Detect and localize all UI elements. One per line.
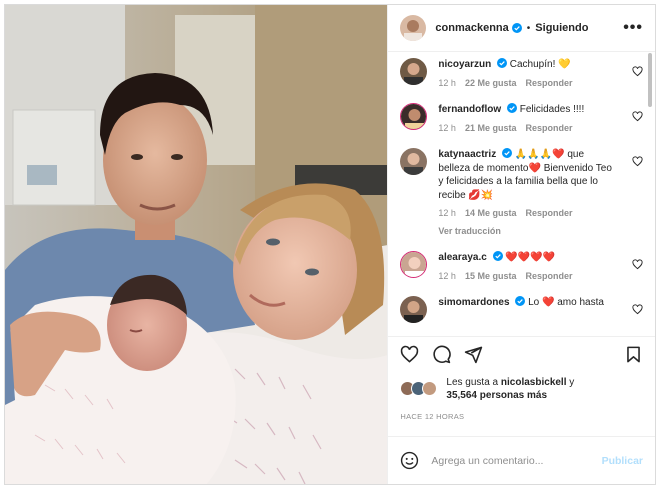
likes-summary[interactable]: Les gusta a nicolasbickell y 35,564 pers… xyxy=(388,372,655,402)
reply-button[interactable]: Responder xyxy=(525,77,572,91)
comment-likes[interactable]: 14 Me gusta xyxy=(465,207,517,221)
likes-count[interactable]: 35,564 personas más xyxy=(446,390,547,401)
likes-text: Les gusta a nicolasbickell y 35,564 pers… xyxy=(446,376,574,402)
verified-icon xyxy=(492,251,503,261)
verified-icon xyxy=(502,148,512,158)
comment-username[interactable]: simomardones xyxy=(438,297,509,308)
post-sidebar: conmackenna • Siguiendo ••• nicoyarzun C… xyxy=(387,5,655,484)
share-icon[interactable] xyxy=(464,345,483,364)
liker-username[interactable]: nicolasbickell xyxy=(501,377,567,388)
comment-text: ❤️❤️❤️❤️ xyxy=(505,252,556,263)
comment-input[interactable] xyxy=(431,454,602,467)
author-avatar[interactable] xyxy=(400,15,427,41)
comment-time[interactable]: 12 h xyxy=(438,270,456,284)
comment-time[interactable]: 12 h xyxy=(438,207,456,221)
verified-icon xyxy=(506,103,517,113)
heart-icon[interactable] xyxy=(632,259,643,270)
heart-icon[interactable] xyxy=(632,66,643,77)
comment-item: alearaya.c ❤️❤️❤️❤️ 12 h 15 Me gusta Res… xyxy=(400,251,643,283)
reply-button[interactable]: Responder xyxy=(525,122,572,136)
publish-button[interactable]: Publicar xyxy=(602,455,643,467)
commenter-avatar[interactable] xyxy=(400,148,428,175)
heart-icon[interactable] xyxy=(632,304,643,315)
author-username[interactable]: conmackenna xyxy=(435,22,508,34)
comment-text: Lo ❤️ amo hasta xyxy=(528,297,604,308)
commenter-avatar[interactable] xyxy=(400,58,428,85)
post-image xyxy=(5,5,388,484)
reply-button[interactable]: Responder xyxy=(525,207,572,221)
post-header: conmackenna • Siguiendo ••• xyxy=(388,5,655,52)
comments-scrollbar[interactable] xyxy=(648,53,652,107)
comment-likes[interactable]: 15 Me gusta xyxy=(465,270,517,284)
comment-username[interactable]: katynaactriz xyxy=(438,149,496,160)
verified-icon xyxy=(496,58,507,68)
comment-text: Cachupín! 💛 xyxy=(509,59,571,70)
verified-icon xyxy=(515,296,526,306)
heart-icon[interactable] xyxy=(632,111,643,122)
bookmark-icon[interactable] xyxy=(624,345,643,364)
comments-list[interactable]: nicoyarzun Cachupín! 💛 12 h 22 Me gusta … xyxy=(388,52,655,336)
comment-time[interactable]: 12 h xyxy=(438,122,456,136)
comment-username[interactable]: nicoyarzun xyxy=(438,59,491,70)
commenter-avatar[interactable] xyxy=(400,103,428,130)
post-photo[interactable] xyxy=(5,5,388,484)
heart-icon[interactable] xyxy=(400,345,419,364)
comment-item: nicoyarzun Cachupín! 💛 12 h 22 Me gusta … xyxy=(400,58,643,90)
emoji-icon[interactable] xyxy=(400,451,419,470)
reply-button[interactable]: Responder xyxy=(525,270,572,284)
comment-icon[interactable] xyxy=(432,345,452,364)
comment-likes[interactable]: 22 Me gusta xyxy=(465,77,517,91)
post-timestamp[interactable]: HACE 12 HORAS xyxy=(388,402,655,436)
liker-avatars[interactable] xyxy=(400,381,440,397)
more-icon[interactable]: ••• xyxy=(623,20,643,36)
commenter-avatar[interactable] xyxy=(400,296,428,323)
see-translation-link[interactable]: Ver traducción xyxy=(438,225,613,239)
add-comment-bar: Publicar xyxy=(388,436,655,484)
likes-connector: y xyxy=(569,377,575,388)
comment-time[interactable]: 12 h xyxy=(438,77,456,91)
heart-icon[interactable] xyxy=(632,156,643,167)
verified-icon xyxy=(511,23,522,33)
likes-prefix: Les gusta a xyxy=(446,377,499,388)
comment-username[interactable]: alearaya.c xyxy=(438,252,486,263)
commenter-avatar[interactable] xyxy=(400,251,428,278)
liker-avatar xyxy=(422,381,438,396)
comment-item: simomardones Lo ❤️ amo hasta xyxy=(400,296,643,323)
comment-item: katynaactriz 🙏🙏🙏❤️ que belleza de moment… xyxy=(400,148,643,238)
action-bar xyxy=(388,336,655,372)
comment-item: fernandoflow Felicidades !!!! 12 h 21 Me… xyxy=(400,103,643,135)
comment-likes[interactable]: 21 Me gusta xyxy=(465,122,517,136)
header-separator: • xyxy=(526,22,531,34)
following-button[interactable]: Siguiendo xyxy=(535,22,588,34)
post-modal: conmackenna • Siguiendo ••• nicoyarzun C… xyxy=(4,4,656,485)
comment-text: Felicidades !!!! xyxy=(519,104,585,115)
comment-username[interactable]: fernandoflow xyxy=(438,104,501,115)
